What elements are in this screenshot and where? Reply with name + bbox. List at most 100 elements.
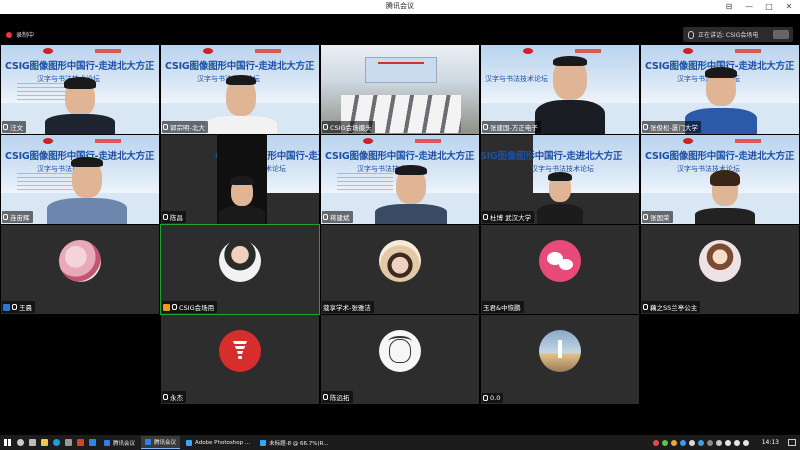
pin-icon[interactable]: ⊟ (724, 1, 734, 12)
participant-tile[interactable]: 陈远拓 (321, 315, 479, 404)
participant-tile[interactable]: CSIG会场用 (160, 224, 320, 315)
banner-logo-text (735, 139, 761, 143)
participant-video (537, 168, 583, 224)
store-icon[interactable] (62, 435, 74, 450)
tencent-meeting-icon (145, 439, 152, 445)
banner-headline: CSIG图像图形中国行-走进北大方正 (5, 61, 155, 72)
participant-name-label: 张俊松-厦门大学 (642, 121, 701, 133)
participant-tile[interactable]: 王晨 (1, 225, 159, 314)
tray-app-icon[interactable] (679, 439, 686, 446)
participant-name-label: 郭宗明-北大 (162, 121, 208, 133)
csig-logo-icon (683, 48, 693, 54)
participant-tile[interactable]: CSIG图像图形中国行-走进北大方正 汉字与书法技术论坛 杜博 武汉大学 (481, 135, 639, 224)
mic-icon (688, 30, 694, 39)
tray-app-icon[interactable] (661, 439, 668, 446)
mic-icon (323, 394, 328, 400)
mic-icon (172, 304, 177, 310)
participant-tile[interactable]: 永杰 (161, 315, 319, 404)
participant-tile[interactable]: CSIG图像图形中国行-走进北大方正 汉字与书法技术论坛 连宙辉 (1, 135, 159, 224)
participant-tile[interactable]: CSIG图像图形中国行-走进北大方正 汉字与书法技术论坛 郭宗明-北大 (161, 45, 319, 134)
windows-taskbar: 腾讯会议 腾讯会议 Adobe Photoshop ... 未标题-8 @ 66… (0, 435, 800, 450)
recording-label: 录制中 (16, 32, 35, 39)
mic-icon (323, 214, 328, 220)
csig-logo-icon (43, 138, 53, 144)
app-icon-blue[interactable] (86, 435, 98, 450)
participant-video (219, 174, 265, 224)
volume-icon[interactable] (733, 439, 740, 446)
banner-headline: CSIG图像图形中国行-走进北大方正 (325, 151, 475, 162)
search-icon[interactable] (14, 435, 26, 450)
notification-icon[interactable] (788, 439, 796, 446)
participant-name-label: 玉君&中恢鹏 (482, 301, 524, 313)
speaking-indicator: 正在讲话: CSIG会场电 (683, 27, 793, 42)
participant-tile[interactable]: CSIG图像图形中国行-走进北大方正 汉字与书法技术论坛 蒋建斌 (321, 135, 479, 224)
mic-icon (483, 214, 488, 220)
participant-tile[interactable]: 汉字与书法技术论坛 张建国-方正电子 (481, 45, 639, 134)
photoshop-icon (260, 439, 267, 446)
mic-icon (643, 124, 648, 130)
participant-name-label: 连宙辉 (2, 211, 33, 223)
file-explorer-icon[interactable] (38, 435, 50, 450)
participant-tile[interactable]: 蔻享学术-张雅洁 (321, 225, 479, 314)
taskbar-clock[interactable]: 14:13 (762, 439, 779, 446)
sketch-face-icon (388, 335, 412, 363)
participant-tile[interactable]: CSIG图像图形中国行-走进北大方正 汉字与书法技术论坛 陈昌 (161, 135, 319, 224)
network-icon[interactable] (724, 439, 731, 446)
csig-logo-icon (523, 48, 533, 54)
mic-icon (643, 214, 648, 220)
participant-tile[interactable]: CSIG图像图形中国行-走进北大方正 汉字与书法技术论坛 汪文 (1, 45, 159, 134)
banner-headline: CSIG图像图形中国行-走进北大方正 (645, 151, 795, 162)
participant-tile[interactable]: 藕之SS兰亭公主 (641, 225, 799, 314)
participant-name-label: 张国荣 (642, 211, 673, 223)
participant-video (375, 162, 447, 224)
participant-name-label: 张建国-方正电子 (482, 121, 541, 133)
participant-name-label: 汪文 (2, 121, 26, 133)
mic-icon (483, 124, 488, 130)
participant-avatar (699, 239, 741, 282)
banner-logo-text (735, 49, 761, 53)
tray-app-icon[interactable] (706, 439, 713, 446)
participant-tile[interactable]: 玉君&中恢鹏 (481, 225, 639, 314)
participant-video (47, 154, 127, 224)
mic-icon (483, 395, 488, 401)
participant-name-label: 陈昌 (162, 211, 186, 223)
participant-avatar (59, 239, 101, 282)
minimize-icon[interactable]: — (744, 1, 754, 12)
mic-icon (643, 304, 648, 310)
participant-tile[interactable]: 0.0 (481, 315, 639, 404)
input-method-icon[interactable] (742, 439, 749, 446)
tencent-meeting-icon (104, 439, 110, 446)
tray-app-icon[interactable] (697, 439, 704, 446)
csig-logo-icon (683, 138, 693, 144)
recording-indicator[interactable]: 录制中 (6, 30, 34, 39)
task-view-icon[interactable] (26, 435, 38, 450)
edge-browser-icon[interactable] (50, 435, 62, 450)
taskbar-app-photoshop-document[interactable]: 未标题-8 @ 66.7%(R... (256, 436, 332, 449)
tray-app-icon[interactable] (670, 439, 677, 446)
windows-logo-icon (3, 439, 11, 446)
app-icon-red[interactable] (74, 435, 86, 450)
taskbar-app-photoshop[interactable]: Adobe Photoshop ... (182, 436, 254, 449)
start-button[interactable] (0, 435, 14, 450)
participant-name-label: 蔻享学术-张雅洁 (322, 301, 374, 313)
participant-tile[interactable]: CSIG图像图形中国行-走进北大方正 汉字与书法技术论坛 张国荣 (641, 135, 799, 224)
taskbar-app-tencent-meeting-active[interactable]: 腾讯会议 (141, 436, 181, 449)
mic-icon (163, 394, 168, 400)
mic-icon (3, 214, 8, 220)
taskbar-app-tencent-meeting[interactable]: 腾讯会议 (100, 436, 139, 449)
participant-name-label: 杜博 武汉大学 (482, 211, 535, 223)
tray-app-icon[interactable] (652, 439, 659, 446)
participant-name-label: 蒋建斌 (322, 211, 353, 223)
close-icon[interactable]: ✕ (784, 1, 794, 12)
mic-icon (323, 124, 328, 130)
photoshop-icon (186, 439, 193, 446)
speaker-thumbnail (773, 30, 789, 39)
banner-logo-text (255, 49, 281, 53)
maximize-icon[interactable]: □ (764, 1, 774, 12)
tray-app-icon[interactable] (688, 439, 695, 446)
tray-app-icon[interactable] (715, 439, 722, 446)
speaking-label: 正在讲话: CSIG会场电 (698, 32, 759, 39)
participant-name-label: CSIG会场摄头 (322, 121, 375, 133)
participant-tile[interactable]: CSIG图像图形中国行-走进北大方正 汉字与书法技术论坛 张俊松-厦门大学 (641, 45, 799, 134)
participant-tile[interactable]: CSIG会场摄头 (321, 45, 479, 134)
